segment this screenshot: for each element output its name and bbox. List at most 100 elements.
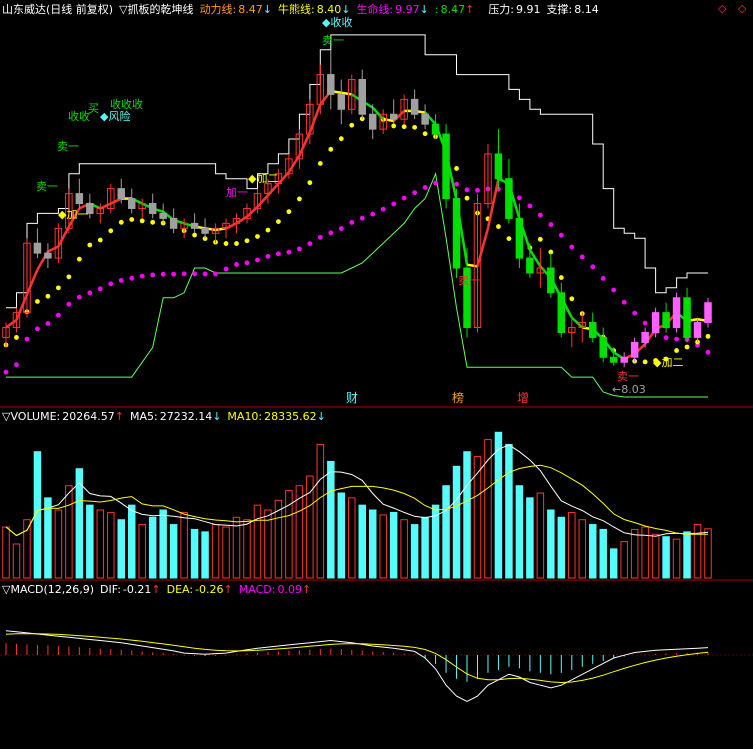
indicator-name[interactable]: 抓板的乾坤线 [128, 3, 194, 16]
bull-line-dot [223, 241, 229, 246]
volume-bar [44, 497, 52, 579]
candle-body [358, 79, 366, 115]
power-line-segment [110, 197, 122, 205]
volume-panel[interactable] [2, 431, 712, 579]
volume-bar [452, 465, 461, 579]
life-line-dot [328, 230, 334, 236]
power-line-segment [298, 131, 311, 157]
life-line-dot [621, 299, 627, 305]
life-line-dot [359, 215, 365, 221]
life-line-dot [66, 301, 72, 307]
life-line-dot [391, 201, 397, 207]
candle-body [431, 123, 440, 135]
volume-bar [368, 509, 377, 579]
candle-body [452, 198, 461, 269]
ma5-value: 27232.14 [159, 410, 213, 423]
life-line-dot [558, 232, 564, 238]
dif-label: DIF: [100, 583, 121, 596]
bull-line-dot [328, 146, 334, 152]
volume-bar [609, 548, 618, 579]
volume-bar [211, 524, 220, 579]
candle-body [33, 242, 42, 254]
corner-diamond-icon[interactable]: ◇ [738, 2, 746, 15]
bull-line-dot [35, 299, 40, 304]
candle-body [547, 267, 555, 294]
life-line-dot [475, 187, 480, 193]
bull-line-dot [66, 274, 72, 280]
bull-line-dot [349, 122, 355, 128]
volume-bar [107, 511, 115, 579]
life-label: 生命线: [356, 3, 394, 16]
volume-arrow: ↑ [114, 410, 124, 423]
volume-bar [12, 543, 21, 579]
volume-bar [620, 541, 628, 579]
bull-line-dot [234, 241, 239, 246]
life-line-dot [674, 336, 679, 342]
power-line-segment [476, 227, 490, 267]
dea-value: -0.26 [195, 583, 224, 596]
indicator-marker[interactable]: ▽ [119, 3, 127, 16]
life-line-dot [370, 211, 376, 217]
life-line-dot [579, 254, 585, 260]
power-label: 动力线: [199, 3, 237, 16]
candle-body [169, 217, 178, 229]
price-panel[interactable]: 卖一卖一卖一卖一卖一◆加一加一◆加二◆加二收收买 收收收◆风险◆收收←8.03财榜… [2, 15, 712, 405]
life-line-dot [422, 185, 428, 190]
bull-line-dot [496, 224, 501, 229]
ma10-value: 28335.62 [264, 410, 317, 423]
life-line-dot [160, 271, 166, 277]
sell-signal-label: 卖一 [322, 34, 344, 47]
life-line-dot [213, 271, 218, 277]
dif-line [5, 630, 709, 703]
bull-line-dot [317, 161, 323, 166]
volume-bar [557, 516, 566, 579]
corner-diamond-icon[interactable]: ◇ [718, 2, 726, 15]
life-line-dot [14, 362, 19, 368]
volume-bar [180, 511, 188, 579]
candle-body [557, 292, 566, 333]
sell-signal-label: 卖一 [617, 370, 639, 383]
power-line-segment [99, 202, 112, 210]
life-line-dot [380, 206, 386, 212]
life-line-dot [171, 271, 177, 277]
shou-label: 收收 [68, 109, 90, 123]
volume-bar [473, 456, 482, 579]
life-line-dot [600, 275, 606, 281]
dea-label: DEA: [166, 583, 194, 596]
candle-body [410, 98, 419, 115]
life-line-dot [642, 320, 648, 326]
volume-bar [190, 528, 199, 579]
volume-value: 20264.57 [62, 410, 115, 423]
life-line-dot [35, 326, 40, 332]
buy-signal-label: 买 [88, 102, 99, 115]
bull-line-dot [255, 234, 260, 239]
life-line-dot [527, 203, 533, 209]
macd-panel[interactable] [0, 630, 753, 703]
stock-name[interactable]: 山东威达(日线 前复权) [2, 3, 113, 16]
stock-chart[interactable]: 卖一卖一卖一卖一卖一◆加一加一◆加二◆加二收收买 收收收◆风险◆收收←8.03财榜… [0, 0, 753, 749]
volume-bar [421, 516, 429, 579]
life-line-dot [45, 321, 51, 326]
volume-bar [348, 497, 356, 579]
low-price-label: ←8.03 [612, 383, 646, 396]
life-line-dot [286, 249, 292, 255]
dea-arrow: ↑ [223, 583, 233, 596]
bull-value: 8.40 [316, 3, 342, 16]
bull-line-dot [76, 256, 82, 262]
candle-body [672, 297, 681, 329]
candle-body [588, 322, 597, 338]
support-value: 8.14 [574, 3, 599, 16]
life-value: 9.97 [395, 3, 420, 16]
candle-body [442, 133, 450, 200]
candle-body [327, 74, 335, 95]
pressure-label: 压力: [488, 3, 515, 16]
volume-bar [630, 528, 639, 579]
life-line-dot [265, 254, 271, 259]
life-line-dot [663, 335, 669, 341]
volume-bar [662, 536, 670, 579]
volume-bar [568, 511, 576, 579]
ma10-label: MA10: [227, 410, 263, 423]
life-line-dot [129, 275, 135, 281]
volume-bar [138, 524, 146, 579]
volume-bar [578, 519, 587, 579]
